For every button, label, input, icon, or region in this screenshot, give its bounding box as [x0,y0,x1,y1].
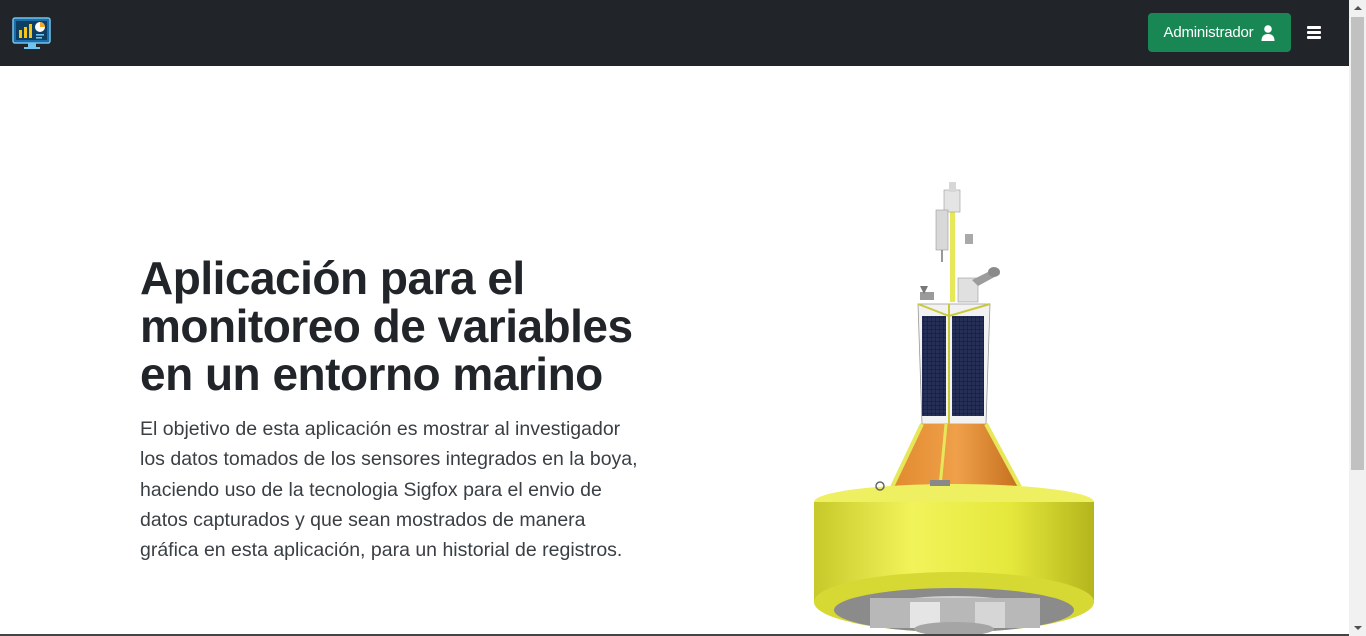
hero-description-line: haciendo uso de la tecnologia Sigfox par… [140,478,602,501]
admin-button-label: Administrador [1163,24,1254,41]
monitor-chart-logo-icon[interactable] [12,16,52,50]
hero-description: El objetivo de esta aplicación es mostra… [140,414,660,565]
scroll-up-arrow-icon[interactable] [1349,0,1366,17]
hero-title: Aplicación para el monitoreo de variable… [140,254,680,398]
hero-description-line: datos capturados y que sean mostrados de… [140,508,586,531]
hero-description-line: El objetivo de esta aplicación es mostra… [140,418,621,440]
ocean-buoy-illustration [814,182,1094,636]
scrollbar-thumb[interactable] [1351,17,1364,470]
hero-description-line: gráfica en esta aplicación, para un hist… [140,539,623,562]
scroll-down-arrow-icon[interactable] [1349,619,1366,636]
vertical-scrollbar[interactable] [1349,0,1366,636]
top-navbar: Administrador [0,0,1349,66]
hamburger-menu-icon[interactable] [1305,24,1323,42]
hero-title-line: en un entorno marino [140,348,603,400]
hero-title-line: monitoreo de variables [140,300,633,352]
admin-button[interactable]: Administrador [1148,13,1291,52]
menu-bar-line [1307,36,1321,39]
user-icon [1261,24,1275,41]
hero-description-line: los datos tomados de los sensores integr… [140,448,638,471]
hero-title-line: Aplicación para el [140,252,525,304]
menu-bar-line [1307,31,1321,34]
menu-bar-line [1307,26,1321,29]
